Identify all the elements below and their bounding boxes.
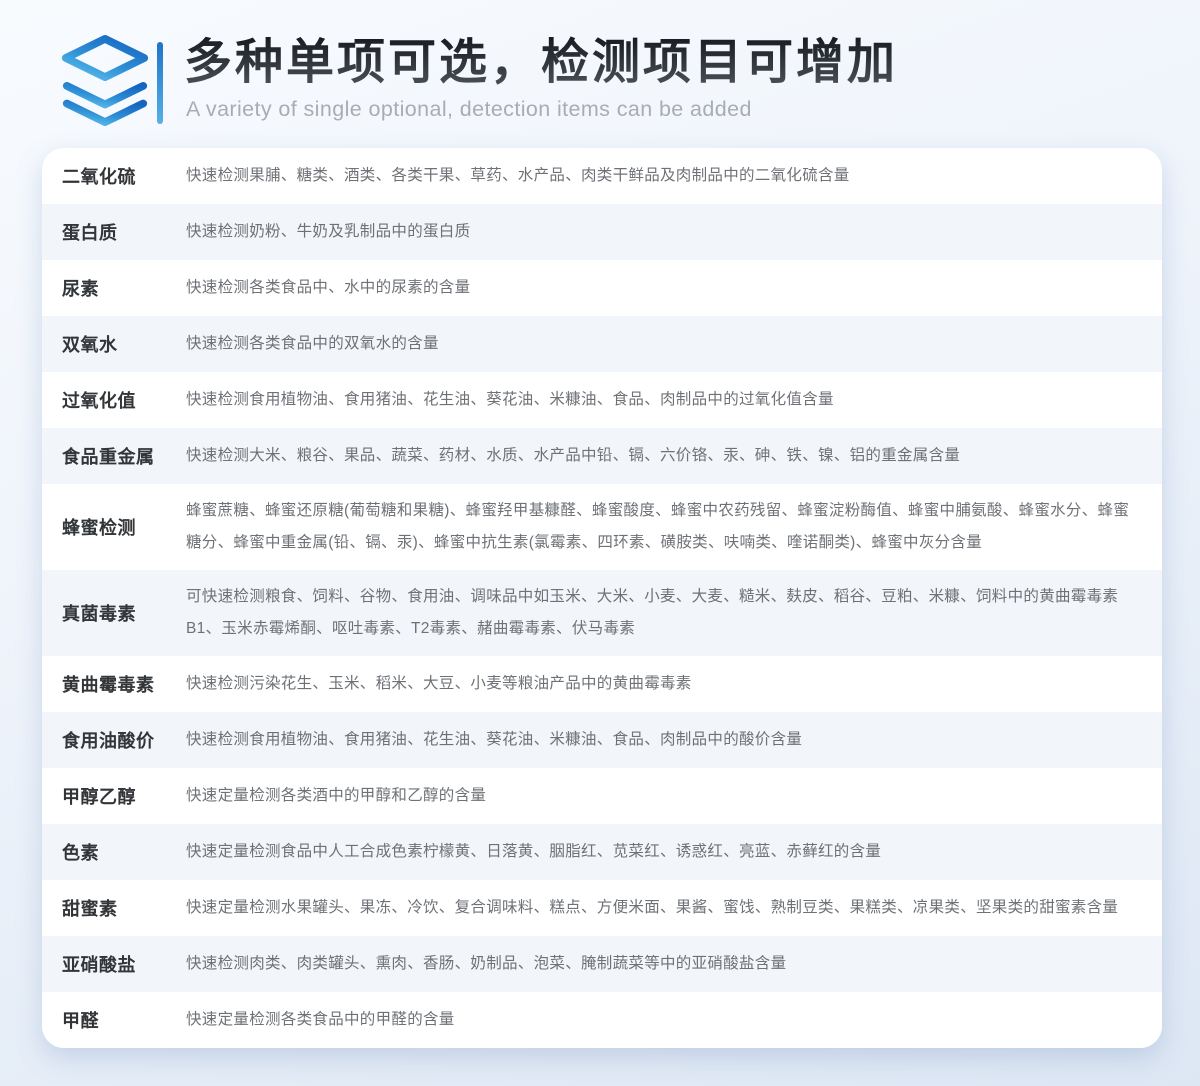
item-description: 快速检测肉类、肉类罐头、熏肉、香肠、奶制品、泡菜、腌制蔬菜等中的亚硝酸盐含量 [186, 937, 1162, 991]
item-name: 黄曲霉毒素 [42, 671, 186, 697]
item-name: 蜂蜜检测 [42, 514, 186, 540]
item-description: 快速检测大米、粮谷、果品、蔬菜、药材、水质、水产品中铅、镉、六价铬、汞、砷、铁、… [186, 429, 1162, 483]
item-description: 快速检测各类食品中、水中的尿素的含量 [186, 261, 1162, 315]
item-name: 食用油酸价 [42, 727, 186, 753]
item-description: 快速检测各类食品中的双氧水的含量 [186, 317, 1162, 371]
item-name: 尿素 [42, 275, 186, 301]
detection-items-table: 二氧化硫 快速检测果脯、糖类、酒类、各类干果、草药、水产品、肉类干鲜品及肉制品中… [42, 148, 1162, 1048]
item-name: 二氧化硫 [42, 163, 186, 189]
item-description: 快速定量检测食品中人工合成色素柠檬黄、日落黄、胭脂红、苋菜红、诱惑红、亮蓝、赤藓… [186, 825, 1162, 879]
item-description: 快速检测食用植物油、食用猪油、花生油、葵花油、米糠油、食品、肉制品中的过氧化值含… [186, 373, 1162, 427]
item-name: 色素 [42, 839, 186, 865]
table-row: 食品重金属 快速检测大米、粮谷、果品、蔬菜、药材、水质、水产品中铅、镉、六价铬、… [42, 428, 1162, 484]
page: 多种单项可选，检测项目可增加 A variety of single optio… [0, 0, 1200, 1086]
table-row: 蜂蜜检测 蜂蜜蔗糖、蜂蜜还原糖(葡萄糖和果糖)、蜂蜜羟甲基糠醛、蜂蜜酸度、蜂蜜中… [42, 484, 1162, 570]
item-name: 甜蜜素 [42, 895, 186, 921]
item-description: 快速检测果脯、糖类、酒类、各类干果、草药、水产品、肉类干鲜品及肉制品中的二氧化硫… [186, 149, 1162, 203]
table-row: 尿素 快速检测各类食品中、水中的尿素的含量 [42, 260, 1162, 316]
item-name: 食品重金属 [42, 443, 186, 469]
table-row: 甲醇乙醇 快速定量检测各类酒中的甲醇和乙醇的含量 [42, 768, 1162, 824]
item-description: 可快速检测粮食、饲料、谷物、食用油、调味品中如玉米、大米、小麦、大麦、糙米、麸皮… [186, 570, 1162, 656]
item-name: 真菌毒素 [42, 600, 186, 626]
item-description: 快速定量检测各类食品中的甲醛的含量 [186, 993, 1162, 1047]
item-description: 蜂蜜蔗糖、蜂蜜还原糖(葡萄糖和果糖)、蜂蜜羟甲基糠醛、蜂蜜酸度、蜂蜜中农药残留、… [186, 484, 1162, 570]
item-name: 蛋白质 [42, 219, 186, 245]
layers-stack-icon [56, 34, 154, 128]
table-row: 甜蜜素 快速定量检测水果罐头、果冻、冷饮、复合调味料、糕点、方便米面、果酱、蜜饯… [42, 880, 1162, 936]
table-row: 黄曲霉毒素 快速检测污染花生、玉米、稻米、大豆、小麦等粮油产品中的黄曲霉毒素 [42, 656, 1162, 712]
table-row: 过氧化值 快速检测食用植物油、食用猪油、花生油、葵花油、米糠油、食品、肉制品中的… [42, 372, 1162, 428]
title-accent-bar [157, 42, 163, 124]
item-name: 双氧水 [42, 331, 186, 357]
page-subtitle: A variety of single optional, detection … [186, 96, 1144, 122]
item-description: 快速检测污染花生、玉米、稻米、大豆、小麦等粮油产品中的黄曲霉毒素 [186, 657, 1162, 711]
item-description: 快速定量检测水果罐头、果冻、冷饮、复合调味料、糕点、方便米面、果酱、蜜饯、熟制豆… [186, 881, 1162, 935]
table-row: 蛋白质 快速检测奶粉、牛奶及乳制品中的蛋白质 [42, 204, 1162, 260]
page-header: 多种单项可选，检测项目可增加 A variety of single optio… [0, 0, 1200, 148]
page-title: 多种单项可选，检测项目可增加 [184, 34, 1144, 92]
item-description: 快速检测食用植物油、食用猪油、花生油、葵花油、米糠油、食品、肉制品中的酸价含量 [186, 713, 1162, 767]
table-row: 二氧化硫 快速检测果脯、糖类、酒类、各类干果、草药、水产品、肉类干鲜品及肉制品中… [42, 148, 1162, 204]
table-row: 真菌毒素 可快速检测粮食、饲料、谷物、食用油、调味品中如玉米、大米、小麦、大麦、… [42, 570, 1162, 656]
item-name: 甲醇乙醇 [42, 783, 186, 809]
item-name: 亚硝酸盐 [42, 951, 186, 977]
table-row: 色素 快速定量检测食品中人工合成色素柠檬黄、日落黄、胭脂红、苋菜红、诱惑红、亮蓝… [42, 824, 1162, 880]
table-row: 甲醛 快速定量检测各类食品中的甲醛的含量 [42, 992, 1162, 1048]
item-name: 过氧化值 [42, 387, 186, 413]
item-name: 甲醛 [42, 1007, 186, 1033]
table-row: 双氧水 快速检测各类食品中的双氧水的含量 [42, 316, 1162, 372]
title-block: 多种单项可选，检测项目可增加 A variety of single optio… [184, 34, 1144, 122]
table-row: 食用油酸价 快速检测食用植物油、食用猪油、花生油、葵花油、米糠油、食品、肉制品中… [42, 712, 1162, 768]
table-row: 亚硝酸盐 快速检测肉类、肉类罐头、熏肉、香肠、奶制品、泡菜、腌制蔬菜等中的亚硝酸… [42, 936, 1162, 992]
item-description: 快速检测奶粉、牛奶及乳制品中的蛋白质 [186, 205, 1162, 259]
item-description: 快速定量检测各类酒中的甲醇和乙醇的含量 [186, 769, 1162, 823]
